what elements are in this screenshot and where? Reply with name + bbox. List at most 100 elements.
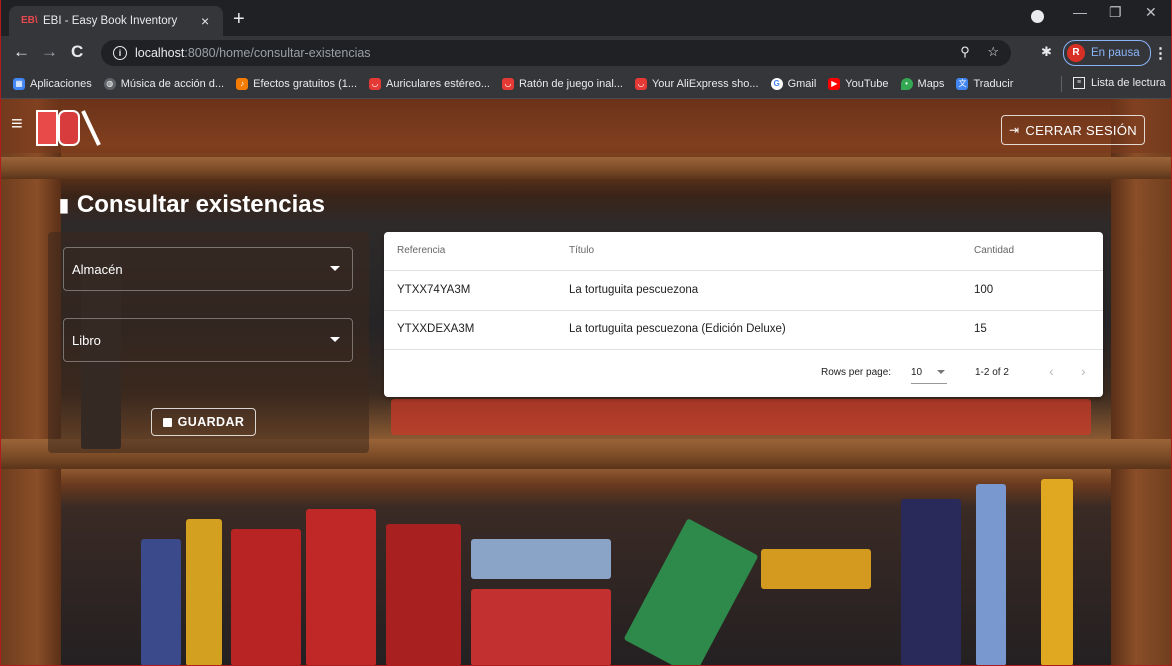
previous-page-icon[interactable]: ‹ — [1049, 363, 1054, 379]
background-book — [1041, 479, 1073, 665]
minimize-icon[interactable]: — — [1073, 4, 1087, 20]
translate-icon: 文 — [956, 78, 969, 90]
bookmark-star-icon[interactable]: ☆ — [987, 44, 999, 59]
bookmark-item[interactable]: ◍ Música de acción d... — [103, 78, 224, 90]
zoom-icon[interactable]: ⚲ — [960, 44, 970, 59]
bookmark-item[interactable]: ◡ Your AliExpress sho... — [634, 78, 759, 90]
filter-panel: Almacén Libro GUARDAR — [48, 232, 369, 453]
menu-hamburger-icon[interactable]: ≡ — [11, 113, 23, 136]
background-book — [386, 524, 461, 665]
browser-window: EB\ EBI - Easy Book Inventory × + — ❐ ✕ … — [0, 0, 1172, 666]
tab-strip: EB\ EBI - Easy Book Inventory × + — ❐ ✕ — [1, 0, 1171, 36]
background-book — [186, 519, 222, 665]
aliexpress-icon: ◡ — [369, 78, 382, 90]
bookmark-item[interactable]: 文 Traducir — [956, 78, 1013, 90]
background-book — [471, 589, 611, 665]
background-book — [901, 499, 961, 665]
cell-title: La tortuguita pescuezona (Edición Deluxe… — [569, 323, 786, 335]
browser-tab[interactable]: EB\ EBI - Easy Book Inventory × — [9, 6, 223, 36]
dropdown-arrow-icon — [330, 337, 340, 342]
cell-title: La tortuguita pescuezona — [569, 284, 699, 296]
bookmark-item[interactable]: • Maps — [900, 78, 944, 90]
logout-icon: ⇥ — [1009, 123, 1020, 137]
book-icon: ▮ — [59, 194, 69, 215]
cell-reference: YTXX74YA3M — [397, 284, 471, 296]
page-title: ▮ Consultar existencias — [59, 191, 326, 218]
browser-toolbar: ← → C i localhost:8080/home/consultar-ex… — [1, 36, 1171, 70]
column-header-quantity[interactable]: Cantidad — [974, 245, 1014, 256]
save-icon — [162, 417, 172, 427]
back-icon[interactable]: ← — [13, 42, 30, 62]
google-icon: G — [770, 78, 783, 90]
rows-per-page-label: Rows per page: — [821, 367, 892, 378]
table-row[interactable]: YTXXDEXA3M La tortuguita pescuezona (Edi… — [384, 310, 1103, 350]
dropdown-arrow-icon — [937, 370, 945, 374]
orange-square-icon: ♪ — [236, 78, 249, 90]
bookmarks-bar: ▦ Aplicaciones ◍ Música de acción d... ♪ Ef… — [1, 70, 1171, 99]
background-book — [976, 484, 1006, 665]
background-book — [231, 529, 301, 665]
bookmark-item[interactable]: G Gmail — [770, 78, 816, 90]
extensions-puzzle-icon[interactable]: ✱ — [1041, 44, 1052, 60]
bookmark-item[interactable]: ♪ Efectos gratuitos (1... — [236, 78, 357, 90]
maps-pin-icon: • — [900, 78, 913, 90]
table-header: Referencia Título Cantidad — [384, 232, 1103, 271]
cell-quantity: 15 — [974, 323, 987, 335]
dropdown-arrow-icon — [330, 266, 340, 271]
bookmark-item[interactable]: ▶ YouTube — [828, 78, 889, 90]
cell-quantity: 100 — [974, 284, 994, 296]
aliexpress-icon: ◡ — [634, 78, 647, 90]
background-book — [623, 518, 759, 665]
url-text[interactable]: localhost:8080/home/consultar-existencia… — [135, 46, 371, 60]
table-pagination: Rows per page: 10 1-2 of 2 ‹ › — [384, 349, 1103, 397]
youtube-icon: ▶ — [828, 78, 841, 90]
ebi-favicon-icon: EB\ — [21, 15, 38, 26]
reading-list-icon: ≡ — [1073, 77, 1085, 89]
page-range: 1-2 of 2 — [975, 367, 1009, 378]
tab-title: EBI - Easy Book Inventory — [43, 15, 178, 27]
apps-grid-icon: ▦ — [13, 78, 25, 90]
table-row[interactable]: YTXX74YA3M La tortuguita pescuezona 100 — [384, 271, 1103, 311]
column-header-reference[interactable]: Referencia — [397, 245, 445, 256]
restore-icon[interactable]: ❐ — [1109, 4, 1122, 21]
bookmarks-separator — [1061, 76, 1062, 92]
site-info-icon[interactable]: i — [113, 46, 127, 60]
bookmark-item[interactable]: ◡ Auriculares estéreo... — [369, 78, 490, 90]
reading-list-button[interactable]: ≡ Lista de lectura — [1073, 77, 1166, 89]
reload-icon[interactable]: C — [71, 42, 83, 62]
app-page: ≡ ⇥ CERRAR SESIÓN ▮ Consultar existencia… — [1, 99, 1171, 665]
rows-per-page-select[interactable]: 10 — [911, 365, 947, 384]
tab-close-icon[interactable]: × — [201, 13, 209, 29]
background-shelf — [1, 157, 1171, 179]
profile-status-icon[interactable] — [1031, 10, 1044, 23]
next-page-icon[interactable]: › — [1081, 363, 1086, 379]
background-book — [141, 539, 181, 665]
background-book — [306, 509, 376, 665]
book-select[interactable]: Libro — [63, 318, 353, 362]
aliexpress-icon: ◡ — [501, 78, 514, 90]
background-book — [391, 399, 1091, 435]
profile-button[interactable]: R En pausa — [1063, 40, 1151, 66]
omnibox-actions: ⚲ ☆ — [960, 44, 999, 60]
address-bar[interactable]: i localhost:8080/home/consultar-existenc… — [101, 40, 1011, 66]
profile-status-label: En pausa — [1091, 47, 1140, 59]
globe-icon: ◍ — [103, 78, 116, 90]
profile-avatar: R — [1067, 44, 1085, 62]
background-book — [761, 549, 871, 589]
app-bar — [1, 99, 1171, 153]
ebi-logo[interactable] — [33, 107, 109, 147]
forward-icon[interactable]: → — [41, 42, 58, 62]
new-tab-button[interactable]: + — [233, 9, 245, 29]
browser-menu-icon[interactable]: ⋮ — [1153, 44, 1168, 62]
bookmark-item[interactable]: ◡ Ratón de juego inal... — [501, 78, 623, 90]
logout-button[interactable]: ⇥ CERRAR SESIÓN — [1001, 115, 1145, 145]
background-book — [471, 539, 611, 579]
save-button[interactable]: GUARDAR — [151, 408, 256, 436]
background-shelf — [1111, 99, 1171, 665]
bookmark-item[interactable]: ▦ Aplicaciones — [13, 78, 92, 90]
close-window-icon[interactable]: ✕ — [1145, 4, 1157, 21]
warehouse-select[interactable]: Almacén — [63, 247, 353, 291]
cell-reference: YTXXDEXA3M — [397, 323, 475, 335]
column-header-title[interactable]: Título — [569, 245, 594, 256]
stock-table: Referencia Título Cantidad YTXX74YA3M La… — [384, 232, 1103, 397]
